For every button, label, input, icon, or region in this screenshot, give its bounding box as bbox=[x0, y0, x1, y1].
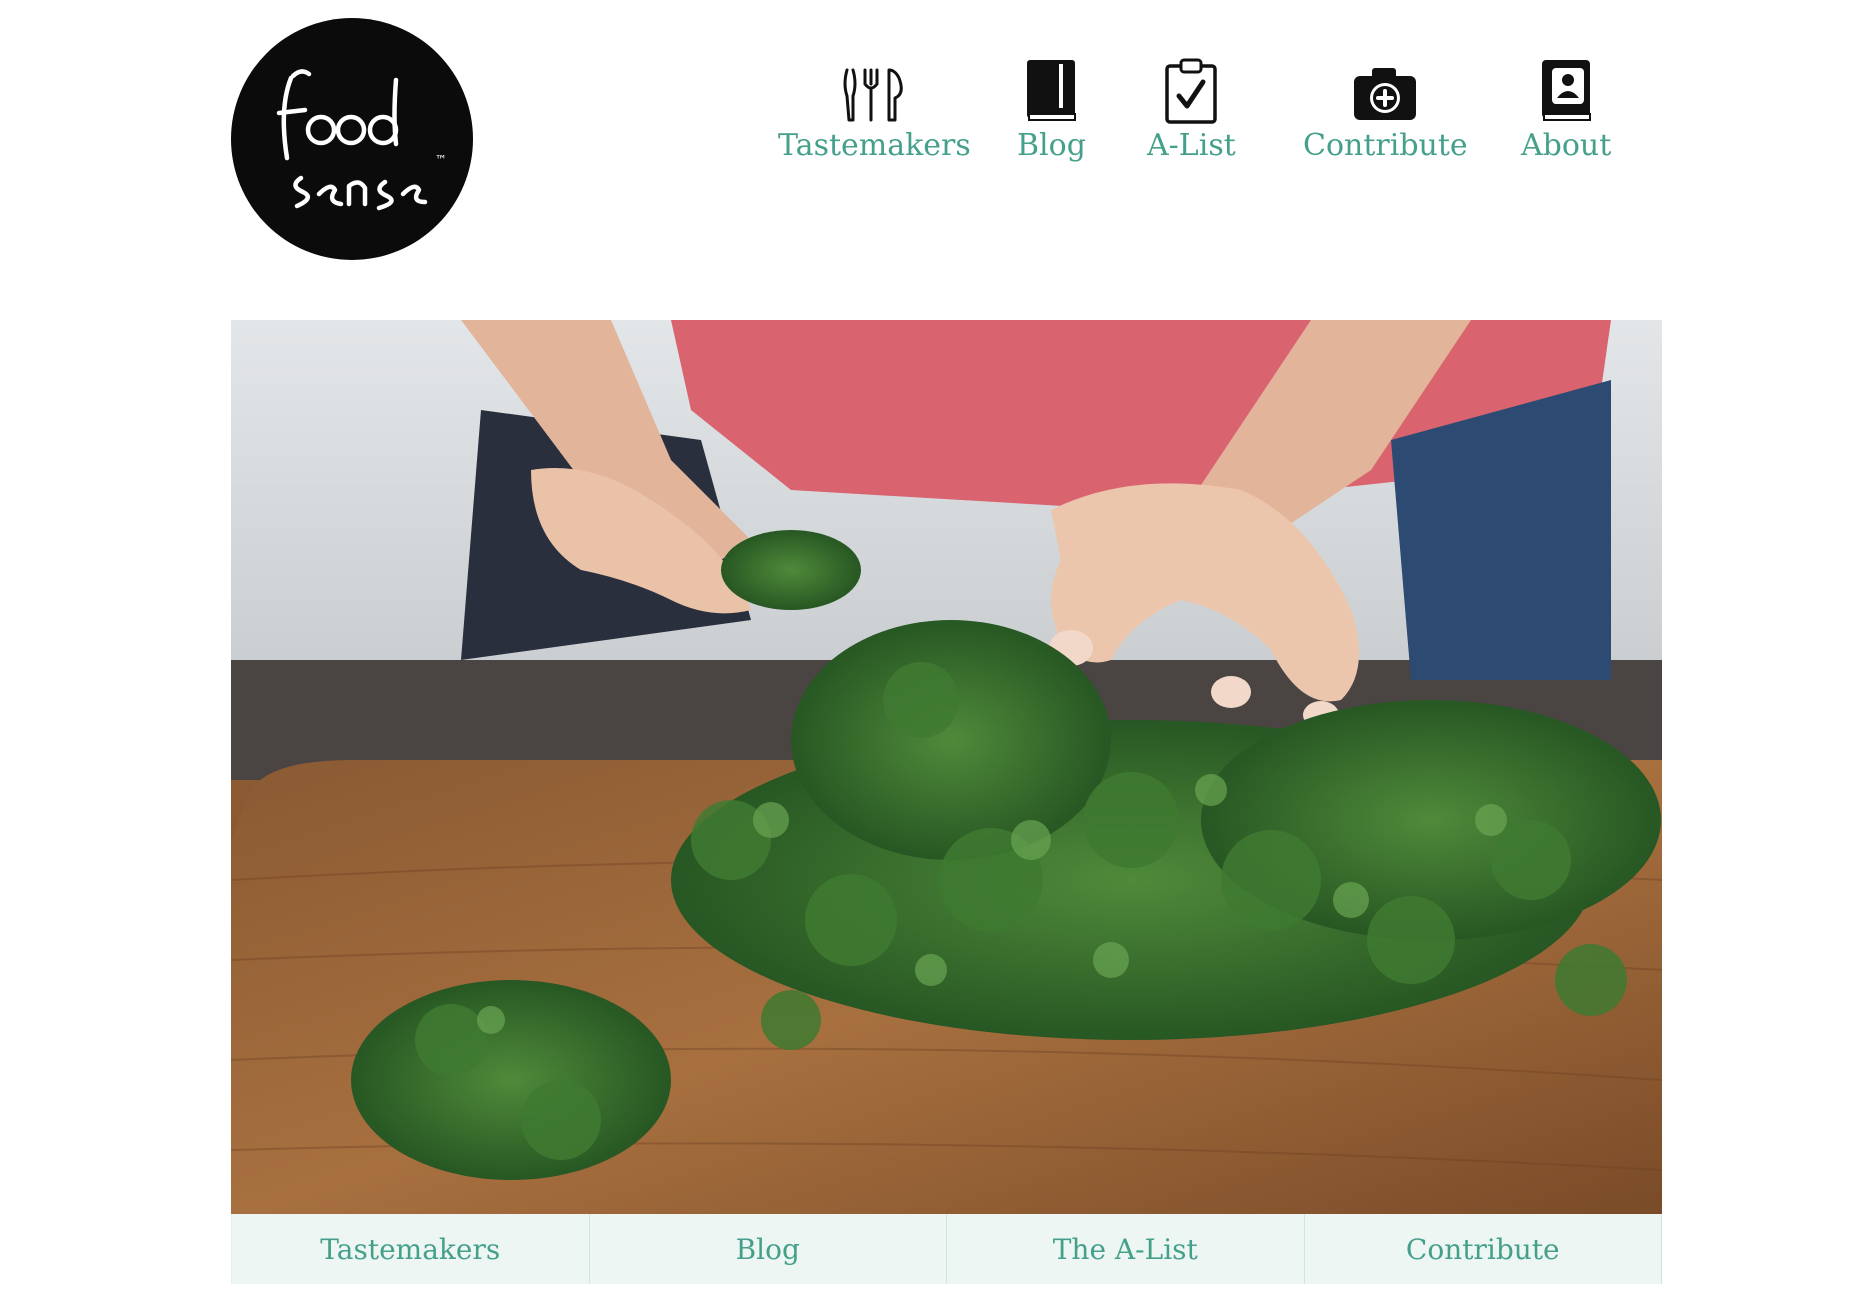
trademark-mark: ™ bbox=[435, 153, 447, 167]
nav-label-blog: Blog bbox=[1017, 128, 1086, 163]
svg-text:food: food bbox=[231, 18, 234, 19]
nav-item-a-list[interactable]: A-List bbox=[1147, 52, 1236, 163]
food-sense-logo[interactable]: ™ food sense bbox=[231, 18, 473, 260]
nav-label-contribute: Contribute bbox=[1303, 128, 1468, 163]
secondary-nav: Tastemakers Blog The A-List Contribute bbox=[231, 1214, 1662, 1284]
hero-image bbox=[231, 320, 1662, 1214]
nav-label-tastemakers: Tastemakers bbox=[778, 128, 971, 163]
utensils-icon bbox=[839, 52, 909, 124]
contact-book-icon bbox=[1538, 52, 1594, 124]
camera-plus-icon bbox=[1350, 52, 1420, 124]
subnav-item-blog[interactable]: Blog bbox=[590, 1214, 947, 1284]
subnav-item-tastemakers[interactable]: Tastemakers bbox=[231, 1214, 590, 1284]
book-icon bbox=[1023, 52, 1079, 124]
clipboard-check-icon bbox=[1163, 52, 1219, 124]
nav-item-tastemakers[interactable]: Tastemakers bbox=[778, 52, 971, 163]
nav-label-a-list: A-List bbox=[1147, 128, 1236, 163]
nav-label-about: About bbox=[1521, 128, 1612, 163]
logo-lettering: ™ food sense bbox=[231, 18, 447, 211]
subnav-item-contribute[interactable]: Contribute bbox=[1305, 1214, 1662, 1284]
nav-item-contribute[interactable]: Contribute bbox=[1303, 52, 1468, 163]
nav-item-about[interactable]: About bbox=[1521, 52, 1611, 163]
subnav-item-a-list[interactable]: The A-List bbox=[947, 1214, 1305, 1284]
svg-text:sense: sense bbox=[231, 18, 234, 19]
nav-item-blog[interactable]: Blog bbox=[1017, 52, 1086, 163]
